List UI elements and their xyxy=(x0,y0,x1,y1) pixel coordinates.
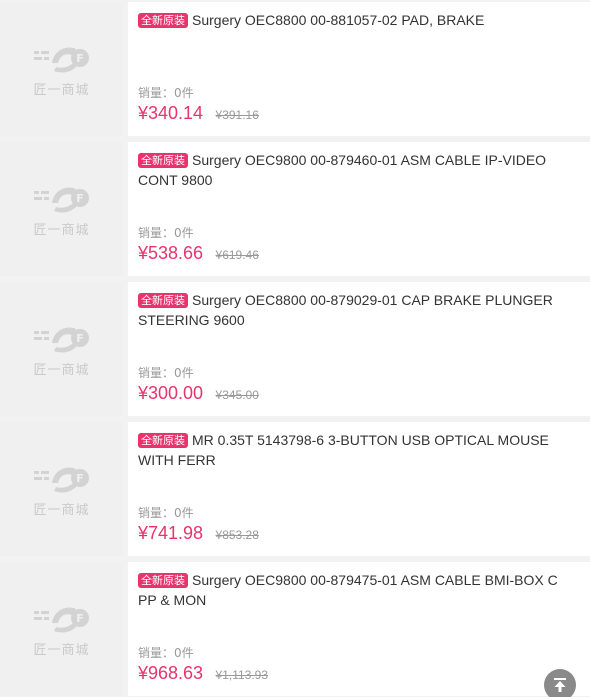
brand-logo-icon: F xyxy=(33,327,89,353)
original-price: ¥391.16 xyxy=(215,108,259,122)
sales-count: 销量：0件 xyxy=(138,364,194,381)
original-price: ¥853.28 xyxy=(215,528,259,542)
product-title[interactable]: 全新原装 MR 0.35T 5143798-6 3-BUTTON USB OPTI… xyxy=(138,430,580,470)
new-original-tag: 全新原装 xyxy=(138,153,188,168)
brand-text: 匠一商城 xyxy=(33,362,90,378)
product-list: F 匠一商城 全新原装 Surgery OEC8800 00-881057-02 … xyxy=(0,0,590,697)
price-row: ¥968.63 ¥1,113.93 xyxy=(138,663,268,684)
svg-text:F: F xyxy=(76,612,84,625)
svg-text:F: F xyxy=(76,52,84,65)
new-original-tag: 全新原装 xyxy=(138,433,188,448)
brand-logo-icon: F xyxy=(33,467,89,493)
product-thumbnail[interactable]: F 匠一商城 xyxy=(0,282,123,416)
product-card[interactable]: F 匠一商城 全新原装 Surgery OEC8800 00-881057-02 … xyxy=(0,2,590,136)
product-info: 全新原装 MR 0.35T 5143798-6 3-BUTTON USB OPTI… xyxy=(128,422,590,556)
sales-label: 销量： xyxy=(138,646,175,660)
product-title[interactable]: 全新原装 Surgery OEC9800 00-879475-01 ASM CAB… xyxy=(138,570,580,610)
brand-logo-icon: F xyxy=(33,607,89,633)
brand-text: 匠一商城 xyxy=(33,222,90,238)
product-thumbnail[interactable]: F 匠一商城 xyxy=(0,2,123,136)
current-price: ¥968.63 xyxy=(138,663,204,683)
sales-count: 销量：0件 xyxy=(138,84,194,101)
sales-value: 0件 xyxy=(174,646,194,660)
product-thumbnail[interactable]: F 匠一商城 xyxy=(0,562,123,696)
original-price: ¥1,113.93 xyxy=(215,668,269,682)
sales-label: 销量： xyxy=(138,226,175,240)
back-to-top-button[interactable] xyxy=(544,669,576,697)
price-row: ¥538.66 ¥619.46 xyxy=(138,243,259,264)
current-price: ¥538.66 xyxy=(138,243,204,263)
current-price: ¥340.14 xyxy=(138,103,204,123)
product-title-text: MR 0.35T 5143798-6 3-BUTTON USB OPTICAL … xyxy=(138,432,549,468)
product-title-text: Surgery OEC9800 00-879475-01 ASM CABLE B… xyxy=(138,572,558,608)
sales-value: 0件 xyxy=(174,226,194,240)
svg-text:F: F xyxy=(76,332,84,345)
brand-text: 匠一商城 xyxy=(33,642,90,658)
product-title-text: Surgery OEC8800 00-881057-02 PAD, BRAKE xyxy=(192,12,485,28)
product-info: 全新原装 Surgery OEC9800 00-879475-01 ASM CAB… xyxy=(128,562,590,696)
product-info: 全新原装 Surgery OEC8800 00-881057-02 PAD, BR… xyxy=(128,2,590,136)
product-title[interactable]: 全新原装 Surgery OEC8800 00-879029-01 CAP BRA… xyxy=(138,290,580,330)
sales-value: 0件 xyxy=(174,506,194,520)
arrow-up-to-top-icon xyxy=(554,678,566,692)
brand-logo-icon: F xyxy=(33,47,89,73)
new-original-tag: 全新原装 xyxy=(138,573,188,588)
sales-count: 销量：0件 xyxy=(138,644,194,661)
sales-value: 0件 xyxy=(174,366,194,380)
product-card[interactable]: F 匠一商城 全新原装 Surgery OEC9800 00-879460-01 … xyxy=(0,142,590,276)
original-price: ¥619.46 xyxy=(215,248,259,262)
product-title[interactable]: 全新原装 Surgery OEC8800 00-881057-02 PAD, BR… xyxy=(138,10,580,50)
current-price: ¥741.98 xyxy=(138,523,204,543)
brand-text: 匠一商城 xyxy=(33,82,90,98)
sales-label: 销量： xyxy=(138,86,175,100)
sales-value: 0件 xyxy=(174,86,194,100)
product-info: 全新原装 Surgery OEC8800 00-879029-01 CAP BRA… xyxy=(128,282,590,416)
price-row: ¥340.14 ¥391.16 xyxy=(138,103,259,124)
svg-text:F: F xyxy=(76,472,84,485)
svg-text:F: F xyxy=(76,192,84,205)
product-thumbnail[interactable]: F 匠一商城 xyxy=(0,142,123,276)
current-price: ¥300.00 xyxy=(138,383,204,403)
product-title[interactable]: 全新原装 Surgery OEC9800 00-879460-01 ASM CAB… xyxy=(138,150,580,190)
product-card[interactable]: F 匠一商城 全新原装 Surgery OEC8800 00-879029-01 … xyxy=(0,282,590,416)
brand-text: 匠一商城 xyxy=(33,502,90,518)
sales-count: 销量：0件 xyxy=(138,504,194,521)
product-title-text: Surgery OEC9800 00-879460-01 ASM CABLE I… xyxy=(138,152,547,188)
new-original-tag: 全新原装 xyxy=(138,13,188,28)
sales-label: 销量： xyxy=(138,506,175,520)
price-row: ¥741.98 ¥853.28 xyxy=(138,523,259,544)
sales-count: 销量：0件 xyxy=(138,224,194,241)
product-card[interactable]: F 匠一商城 全新原装 MR 0.35T 5143798-6 3-BUTTON U… xyxy=(0,422,590,556)
new-original-tag: 全新原装 xyxy=(138,293,188,308)
original-price: ¥345.00 xyxy=(215,388,259,402)
product-card[interactable]: F 匠一商城 全新原装 Surgery OEC9800 00-879475-01 … xyxy=(0,562,590,696)
price-row: ¥300.00 ¥345.00 xyxy=(138,383,259,404)
sales-label: 销量： xyxy=(138,366,175,380)
product-title-text: Surgery OEC8800 00-879029-01 CAP BRAKE P… xyxy=(138,292,553,328)
product-thumbnail[interactable]: F 匠一商城 xyxy=(0,422,123,556)
product-info: 全新原装 Surgery OEC9800 00-879460-01 ASM CAB… xyxy=(128,142,590,276)
brand-logo-icon: F xyxy=(33,187,89,213)
